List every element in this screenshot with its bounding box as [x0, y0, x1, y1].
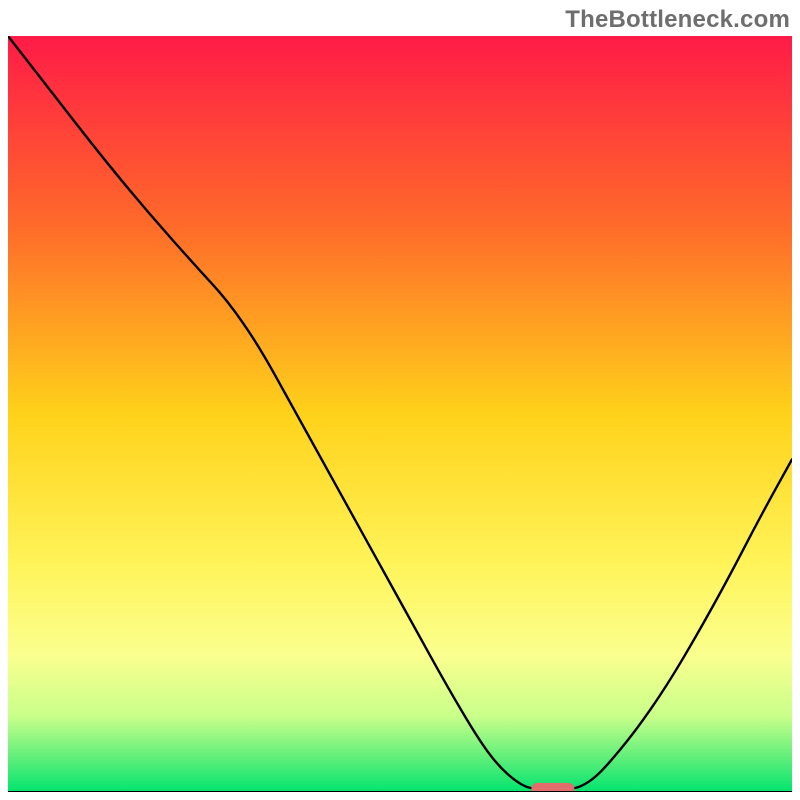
optimal-marker: [531, 783, 574, 792]
chart-svg: [8, 36, 792, 792]
bottleneck-chart: [8, 36, 792, 792]
gradient-background: [8, 36, 792, 792]
attribution-text: TheBottleneck.com: [565, 6, 790, 34]
